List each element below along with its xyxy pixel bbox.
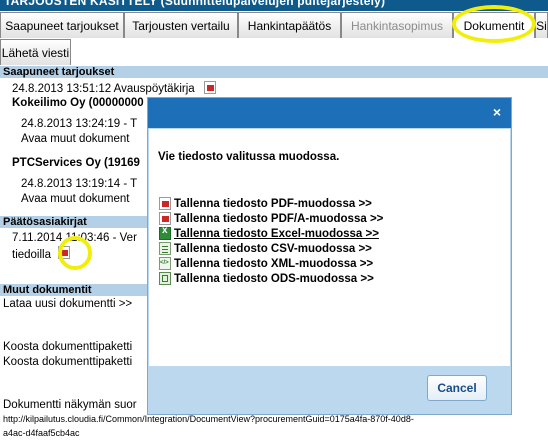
upload-new-document-link[interactable]: Lataa uusi dokumentti >> (3, 298, 132, 310)
open-other-documents-link[interactable]: Avaa muut dokument (21, 133, 129, 145)
open-other-documents-link[interactable]: Avaa muut dokument (21, 193, 129, 205)
document-row-text: 24.8.2013 13:19:14 - T (21, 178, 138, 190)
section-header-received-offers: Saapuneet tarjoukset (0, 66, 548, 78)
excel-icon (159, 225, 171, 240)
document-row-text: 24.8.2013 13:24:19 - T (21, 118, 138, 130)
cancel-button[interactable]: Cancel (427, 375, 487, 401)
app-header: TARJOUSTEN KÄSITTELY (Suunnittelupalvelu… (0, 0, 548, 11)
export-option-label: Tallenna tiedosto PDF-muodossa >> (174, 197, 372, 210)
dialog-message: Vie tiedosto valitussa muodossa. (158, 151, 340, 163)
pdf-icon[interactable] (203, 80, 216, 94)
export-ods-link[interactable]: Tallenna tiedosto ODS-muodossa >> (159, 272, 374, 285)
decision-document-row-cont: tiedoilla (12, 246, 71, 261)
close-icon[interactable]: × (493, 104, 501, 120)
tab-send-message[interactable]: Lähetä viesti (0, 39, 71, 65)
opening-record-row: 24.8.2013 13:51:12 Avauspöytäkirja (12, 80, 216, 95)
document-view-url[interactable]: http://kilpailutus.cloudia.fi/Common/Int… (3, 414, 414, 424)
export-excel-link[interactable]: Tallenna tiedosto Excel-muodossa >> (159, 225, 379, 240)
document-view-url-cont[interactable]: a4ac-d4faaf5cb4ac (3, 428, 80, 438)
export-pdf-link[interactable]: Tallenna tiedosto PDF-muodossa >> (159, 197, 372, 210)
pdf-icon[interactable] (58, 246, 71, 260)
export-option-label: Tallenna tiedosto CSV-muodossa >> (174, 242, 372, 255)
section-title: Muut dokumentit (3, 284, 92, 296)
tab-procurement-contract[interactable]: Hankintasopimus (341, 12, 453, 38)
app-title: TARJOUSTEN KÄSITTELY (Suunnittelupalvelu… (4, 0, 386, 8)
dialog-title-bar: × (148, 98, 511, 128)
export-dialog: × Vie tiedosto valitussa muodossa. Talle… (147, 97, 512, 415)
csv-icon (159, 242, 171, 255)
document-view-label: Dokumentti näkymän suor (3, 399, 137, 411)
export-option-label: Tallenna tiedosto XML-muodossa >> (174, 257, 374, 270)
decision-document-row: 7.11.2014 11:03:46 - Ver (12, 232, 137, 244)
export-option-label: Tallenna tiedosto ODS-muodossa >> (174, 272, 374, 285)
export-option-label: Tallenna tiedosto PDF/A-muodossa >> (174, 212, 384, 225)
decision-document-text: tiedoilla (12, 249, 51, 261)
page-right-area (512, 97, 548, 415)
opening-record-text: 24.8.2013 13:51:12 Avauspöytäkirja (12, 83, 195, 95)
export-xml-link[interactable]: Tallenna tiedosto XML-muodossa >> (159, 257, 373, 270)
tab-procurement-decision[interactable]: Hankintapäätös (238, 12, 341, 38)
export-csv-link[interactable]: Tallenna tiedosto CSV-muodossa >> (159, 242, 372, 255)
tab-documents[interactable]: Dokumentit (453, 12, 535, 38)
tab-offer-comparison[interactable]: Tarjousten vertailu (124, 12, 238, 38)
dialog-footer: Cancel (149, 366, 510, 414)
pdf-icon (159, 212, 171, 225)
tab-next-partial[interactable]: Si (535, 12, 548, 38)
ods-icon (159, 272, 171, 285)
compile-package-link[interactable]: Koosta dokumenttipaketti (3, 341, 132, 353)
section-title: Päätösasiakirjat (3, 216, 87, 228)
company-name: PTCServices Oy (19169 (12, 157, 140, 169)
tab-received-offers[interactable]: Saapuneet tarjoukset (0, 12, 124, 38)
xml-icon (159, 257, 171, 270)
export-pdfa-link[interactable]: Tallenna tiedosto PDF/A-muodossa >> (159, 212, 383, 225)
tab-bar: Saapuneet tarjoukset Tarjousten vertailu… (0, 11, 548, 67)
compile-package-link[interactable]: Koosta dokumenttipaketti (3, 356, 132, 368)
company-name: Kokeilimo Oy (00000000 (12, 97, 144, 109)
export-option-label: Tallenna tiedosto Excel-muodossa >> (174, 227, 379, 240)
dialog-body: Vie tiedosto valitussa muodossa. Tallenn… (149, 129, 510, 366)
section-title: Saapuneet tarjoukset (3, 66, 115, 78)
pdf-icon (159, 197, 171, 210)
